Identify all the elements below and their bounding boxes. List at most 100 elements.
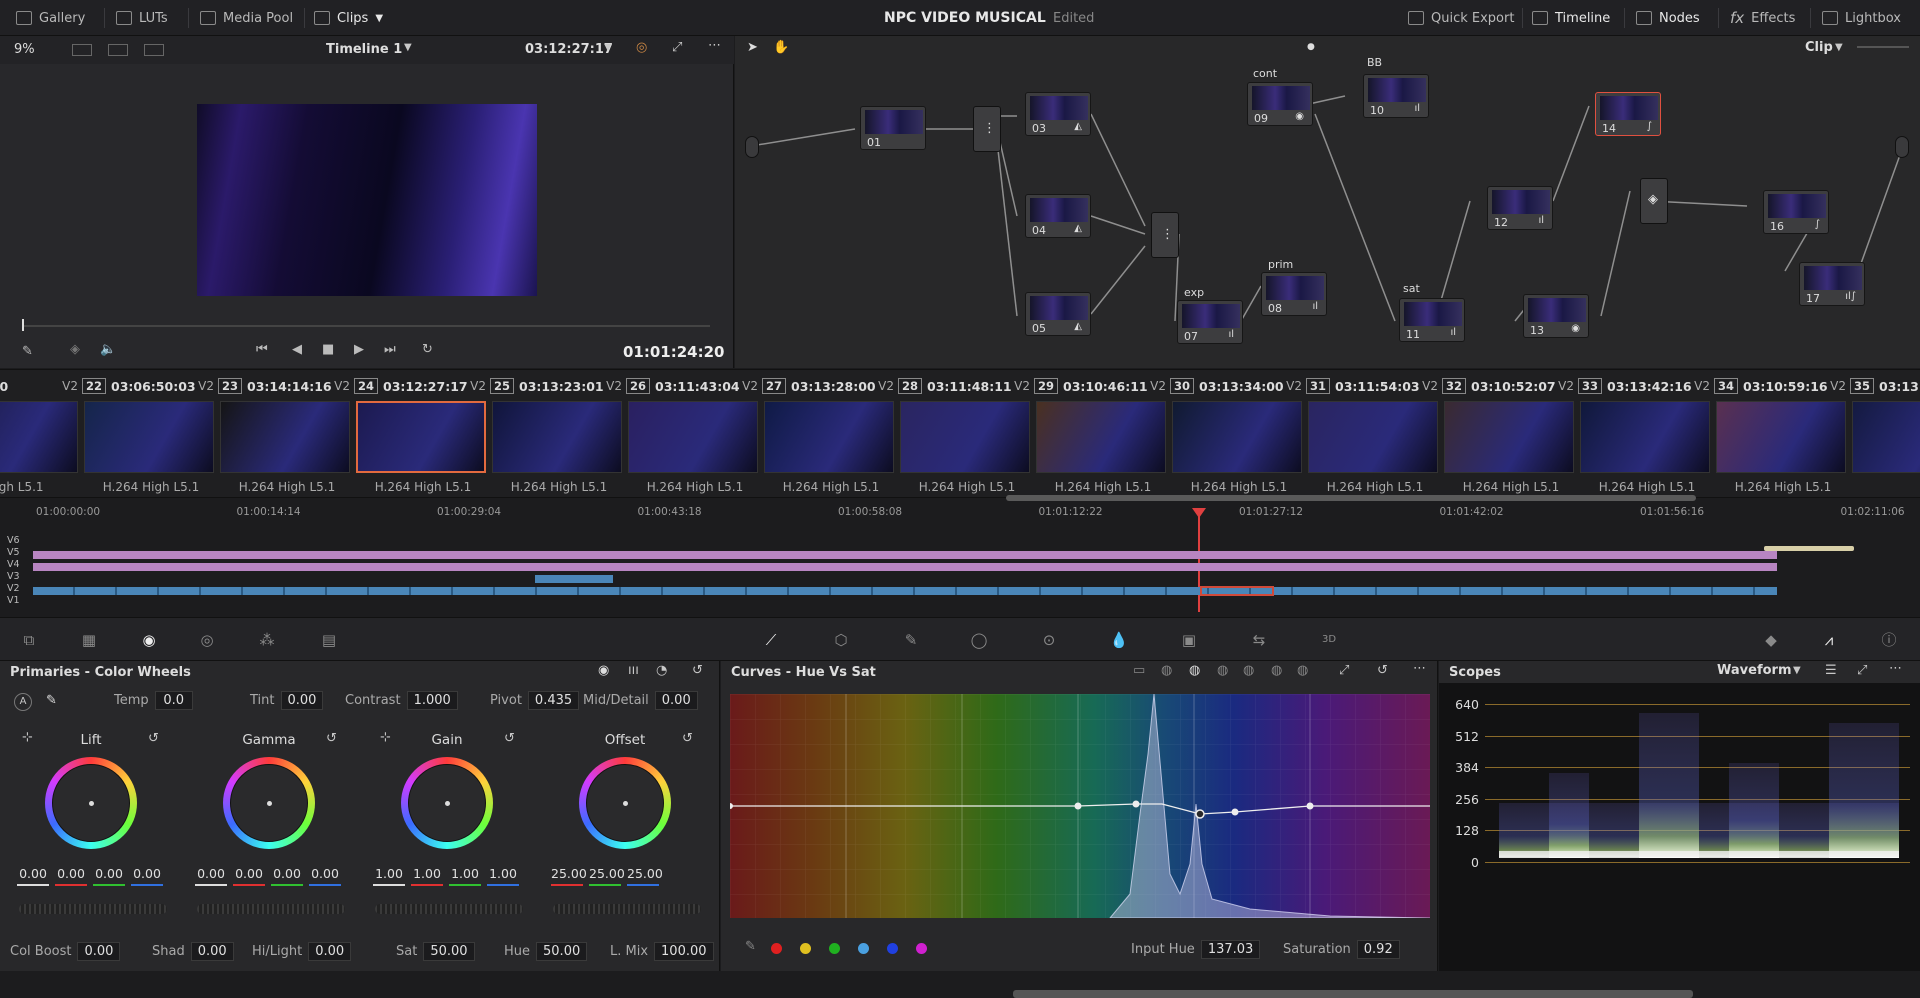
- hue-sat-icon[interactable]: ◍: [1189, 663, 1200, 678]
- hue-lum-icon[interactable]: ◍: [1217, 663, 1228, 678]
- wheel-value-input[interactable]: 25.00: [551, 866, 587, 886]
- auto-balance-icon[interactable]: A: [14, 693, 32, 711]
- scope-type[interactable]: Waveform: [1717, 663, 1791, 678]
- wheel-value-input[interactable]: 25.00: [627, 866, 663, 886]
- reset-icon[interactable]: ↺: [692, 663, 703, 678]
- wheel-value-input[interactable]: 0.00: [17, 866, 49, 886]
- wheel-value-input[interactable]: 1.00: [487, 866, 519, 886]
- info-icon[interactable]: ⓘ: [1878, 630, 1900, 650]
- selected-clip-outline[interactable]: [1200, 586, 1274, 596]
- clip-thumbnail[interactable]: 04:19:00 V2 High L5.1: [0, 370, 82, 498]
- single-view-icon[interactable]: [72, 44, 92, 56]
- clip-thumbnail[interactable]: 31 03:11:54:03 V2 H.264 High L5.1: [1306, 370, 1442, 498]
- master-wheel-slider[interactable]: [197, 904, 345, 914]
- track-v2-clips[interactable]: [33, 587, 1777, 595]
- clip-thumbnail[interactable]: 32 03:10:52:07 V2 H.264 High L5.1: [1442, 370, 1578, 498]
- clip-thumbnail[interactable]: 28 03:11:48:11 V2 H.264 High L5.1: [898, 370, 1034, 498]
- expand-icon[interactable]: ⤢: [1857, 663, 1867, 678]
- wheel-value-input[interactable]: 0.00: [131, 866, 163, 886]
- clip-thumbnail[interactable]: 23 03:14:14:16 V2 H.264 High L5.1: [218, 370, 354, 498]
- log-mode-icon[interactable]: ◔: [656, 663, 667, 678]
- wheel-value-input[interactable]: 0.00: [93, 866, 125, 886]
- curves-icon[interactable]: ⟋: [760, 630, 782, 650]
- node-08[interactable]: 08 ıl: [1261, 272, 1327, 316]
- quick-export-button[interactable]: Quick Export: [1408, 0, 1514, 36]
- master-wheel-slider[interactable]: [553, 904, 701, 914]
- node-11[interactable]: 11 ıl: [1399, 298, 1465, 342]
- eyedropper-icon[interactable]: ✎: [745, 939, 756, 954]
- node-16[interactable]: 16 ∫: [1763, 190, 1829, 234]
- track-v6-clip[interactable]: [1764, 546, 1854, 551]
- loop-icon[interactable]: ↻: [422, 342, 433, 357]
- lightbox-button[interactable]: Lightbox: [1822, 0, 1901, 36]
- node-01[interactable]: 01: [860, 106, 926, 150]
- reset-icon[interactable]: ↺: [1377, 663, 1388, 678]
- nodes-button[interactable]: Nodes: [1636, 0, 1700, 36]
- gallery-button[interactable]: Gallery: [16, 0, 85, 36]
- output-node[interactable]: [1895, 136, 1909, 158]
- chevron-down-icon[interactable]: ▼: [404, 42, 412, 53]
- hue-hue-icon[interactable]: ◍: [1161, 663, 1172, 678]
- sat-sat-icon[interactable]: ◍: [1271, 663, 1282, 678]
- clip-thumbnail[interactable]: 35 03:13: [1850, 370, 1920, 498]
- node-10[interactable]: 10 ıl: [1363, 74, 1429, 118]
- input-hue-input[interactable]: 137.03: [1200, 940, 1261, 959]
- playhead[interactable]: [1198, 508, 1200, 612]
- clip-thumbnail[interactable]: 24 03:12:27:17 V2 H.264 High L5.1: [354, 370, 490, 498]
- saturation-input[interactable]: 0.92: [1356, 940, 1400, 959]
- col-boost-input[interactable]: 0.00: [77, 942, 121, 961]
- master-wheel-slider[interactable]: [375, 904, 523, 914]
- node-09[interactable]: 09 ◉: [1247, 82, 1313, 126]
- wheel-value-input[interactable]: 1.00: [449, 866, 481, 886]
- clip-thumbnail[interactable]: 25 03:13:23:01 V2 H.264 High L5.1: [490, 370, 626, 498]
- clip-thumbnail[interactable]: 29 03:10:46:11 V2 H.264 High L5.1: [1034, 370, 1170, 498]
- hue-swatch-button[interactable]: [858, 943, 869, 954]
- color-warper-icon[interactable]: ⬡: [830, 630, 852, 650]
- tint-input[interactable]: 0.00: [280, 691, 324, 710]
- luts-button[interactable]: LUTs: [116, 0, 168, 36]
- crosshair-icon[interactable]: ⊹: [380, 730, 391, 745]
- clip-thumbnail[interactable]: 26 03:11:43:04 V2 H.264 High L5.1: [626, 370, 762, 498]
- hdr-icon[interactable]: ◎: [196, 630, 218, 650]
- custom-curve-icon[interactable]: ▭: [1133, 663, 1145, 678]
- hue-sat-curve-graph[interactable]: [730, 694, 1430, 918]
- track-v3-clip[interactable]: [535, 575, 613, 583]
- mid-detail-input[interactable]: 0.00: [654, 691, 698, 710]
- more-options-icon[interactable]: ⋯: [1413, 661, 1426, 676]
- wheel-value-input[interactable]: 0.00: [55, 866, 87, 886]
- clip-strip-scrollbar[interactable]: [1013, 990, 1693, 998]
- split-view-icon[interactable]: [108, 44, 128, 56]
- track-v5-clip[interactable]: [33, 551, 1777, 559]
- reset-icon[interactable]: ↺: [682, 731, 693, 746]
- picker-icon[interactable]: ✎: [46, 693, 57, 708]
- zoom-level[interactable]: 9%: [14, 42, 35, 57]
- bars-mode-icon[interactable]: ııı: [628, 663, 639, 678]
- timeline-name[interactable]: Timeline 1: [326, 42, 402, 57]
- combiner-node[interactable]: ⋮: [1151, 212, 1179, 258]
- color-wheels-icon[interactable]: ◉: [138, 630, 160, 650]
- node-13[interactable]: 13 ◉: [1523, 294, 1589, 338]
- wheel-value-input[interactable]: 1.00: [373, 866, 405, 886]
- source-input[interactable]: [745, 136, 759, 158]
- sat-lum-icon[interactable]: ◍: [1297, 663, 1308, 678]
- step-back-icon[interactable]: ◀: [292, 342, 302, 357]
- key-icon[interactable]: ▣: [1178, 630, 1200, 650]
- track-v4-clip[interactable]: [33, 563, 1777, 571]
- contrast-input[interactable]: 1.000: [406, 691, 458, 710]
- scrubber-handle[interactable]: [22, 319, 24, 331]
- node-12[interactable]: 12 ıl: [1487, 186, 1553, 230]
- clips-button[interactable]: Clips ▼: [314, 0, 383, 36]
- pivot-input[interactable]: 0.435: [527, 691, 580, 710]
- wheel-value-input[interactable]: 1.00: [411, 866, 443, 886]
- clip-thumbnail[interactable]: 22 03:06:50:03 V2 H.264 High L5.1: [82, 370, 218, 498]
- horizontal-scrollbar[interactable]: [1006, 495, 1696, 501]
- color-wheel-gain[interactable]: [401, 757, 493, 849]
- keyframes-icon[interactable]: ◆: [1760, 630, 1782, 650]
- fullscreen-icon[interactable]: ⤢: [672, 40, 682, 55]
- rgb-mixer-icon[interactable]: ⁂: [256, 630, 278, 650]
- wheel-value-input[interactable]: 0.00: [271, 866, 303, 886]
- expand-icon[interactable]: ⤢: [1339, 663, 1349, 678]
- wheels-mode-icon[interactable]: ◉: [598, 663, 609, 678]
- blur-icon[interactable]: 💧: [1108, 630, 1130, 650]
- layer-mixer-node[interactable]: ◈: [1640, 178, 1668, 224]
